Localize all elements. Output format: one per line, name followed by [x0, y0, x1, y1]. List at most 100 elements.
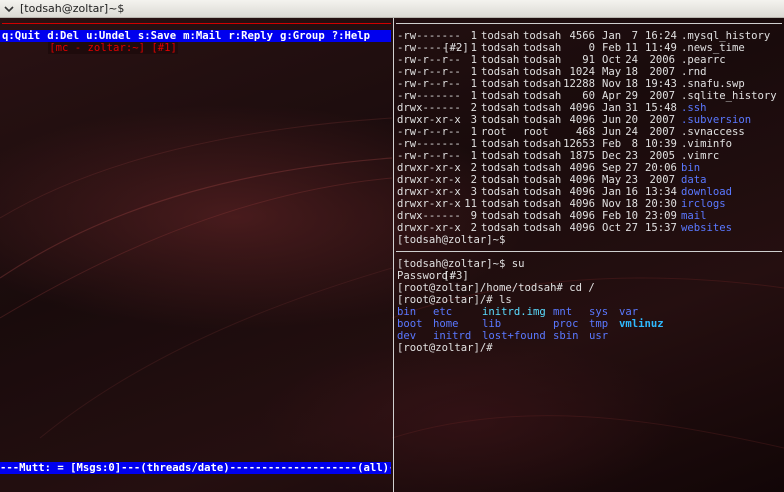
file-month: Oct	[602, 222, 622, 234]
help-delete: d:Del	[47, 30, 80, 42]
file-month: Jan	[602, 102, 622, 114]
file-size: 91	[582, 54, 595, 66]
file-day: 29	[625, 90, 638, 102]
file-day: 11	[625, 42, 638, 54]
file-size: 4096	[569, 102, 595, 114]
file-permissions: drwxr-xr-x	[397, 198, 461, 210]
listing-row: drwxr-xr-x 2 todsah todsah 4096 Sep 27 20:06 bin	[397, 162, 783, 174]
title-bar[interactable]: [todsah@zoltar]~$	[0, 0, 784, 18]
file-permissions: -rw-r--r--	[397, 78, 461, 90]
session-line: [root@zoltar]/# ls	[397, 294, 512, 306]
file-time: 16:24	[645, 30, 677, 42]
file-month: Feb	[602, 210, 622, 222]
pane3-session[interactable]: [todsah@zoltar]~$ su Password: [root@zol…	[397, 258, 783, 354]
ls-entry: proc	[553, 318, 579, 330]
file-month: Feb	[602, 138, 622, 150]
terminal-area[interactable]: [mc - zoltar:~] [#1] q:Quit d:Del u:Unde…	[0, 18, 784, 492]
listing-row: drwx------ 2 todsah todsah 4096 Jan 31 15:48 .ss…	[397, 102, 783, 114]
file-group: todsah	[523, 162, 562, 174]
file-links: 1	[470, 150, 477, 162]
file-links: 2	[470, 174, 477, 186]
file-owner: todsah	[481, 222, 520, 234]
session-line: [todsah@zoltar]~$ su	[397, 258, 525, 270]
ls-entry: initrd	[433, 330, 472, 342]
file-day: 18	[625, 198, 638, 210]
file-group: todsah	[523, 42, 562, 54]
pane-divider[interactable]	[393, 18, 394, 492]
file-permissions: -rw-r--r--	[397, 54, 461, 66]
file-size: 1024	[569, 66, 595, 78]
file-permissions: drwx------	[397, 102, 461, 114]
file-permissions: -rw-------	[397, 138, 461, 150]
file-size: 4096	[569, 174, 595, 186]
file-owner: todsah	[481, 186, 520, 198]
window-menu-icon[interactable]	[2, 2, 16, 16]
terminal-window: [todsah@zoltar]~$ [mc - zoltar:~] [#1] q…	[0, 0, 784, 492]
file-links: 3	[470, 186, 477, 198]
file-group: todsah	[523, 78, 562, 90]
pane1-title: [mc - zoltar:~] [#1]	[2, 18, 391, 54]
file-size: 4096	[569, 210, 595, 222]
file-permissions: drwx------	[397, 210, 461, 222]
file-links: 1	[470, 66, 477, 78]
file-size: 4096	[569, 198, 595, 210]
file-day: 24	[625, 54, 638, 66]
file-size: 4096	[569, 222, 595, 234]
file-owner: todsah	[481, 42, 520, 54]
ls-entry: boot	[397, 318, 423, 330]
pane2-prompt[interactable]: [todsah@zoltar]~$	[397, 234, 505, 246]
file-name: mail	[681, 210, 707, 222]
file-day: 7	[631, 30, 638, 42]
file-owner: todsah	[481, 78, 520, 90]
file-size: 468	[575, 126, 595, 138]
ls-entry: initrd.img	[482, 306, 546, 318]
file-name: .news_time	[681, 42, 745, 54]
file-permissions: -rw-r--r--	[397, 150, 461, 162]
listing-row: drwxr-xr-x 2 todsah todsah 4096 May 23 2007 data	[397, 174, 783, 186]
mutt-status-bar: ---Mutt: = [Msgs:0]---(threads/date)----…	[0, 462, 391, 474]
file-permissions: drwxr-xr-x	[397, 114, 461, 126]
file-time: 2007	[649, 114, 675, 126]
pane2-title: [#2]	[396, 18, 782, 54]
file-month: Nov	[602, 78, 622, 90]
file-size: 60	[582, 90, 595, 102]
file-day: 31	[625, 102, 638, 114]
help-reply: r:Reply	[228, 30, 274, 42]
file-name: .pearrc	[681, 54, 726, 66]
ls-entry: home	[433, 318, 459, 330]
file-links: 1	[470, 42, 477, 54]
file-owner: todsah	[481, 102, 520, 114]
file-size: 4096	[569, 162, 595, 174]
file-name: websites	[681, 222, 733, 234]
file-owner: todsah	[481, 150, 520, 162]
help-save: s:Save	[137, 30, 177, 42]
file-name: .mysql_history	[681, 30, 771, 42]
pane3-title: [#3]	[396, 246, 782, 282]
file-permissions: -rw-------	[397, 90, 461, 102]
help-quit: q:Quit	[2, 30, 41, 42]
file-owner: root	[481, 126, 507, 138]
file-group: todsah	[523, 114, 562, 126]
ls-entry: tmp	[589, 318, 609, 330]
ls-entry: var	[619, 306, 639, 318]
file-name: .rnd	[681, 66, 707, 78]
file-owner: todsah	[481, 114, 520, 126]
help-help: ?:Help	[331, 30, 370, 42]
file-size: 4096	[569, 186, 595, 198]
file-month: Jun	[602, 126, 622, 138]
file-group: todsah	[523, 138, 562, 150]
listing-row: drwxr-xr-x 3 todsah todsah 4096 Jan 16 13:34 dow…	[397, 186, 783, 198]
file-group: todsah	[523, 102, 562, 114]
file-month: Jan	[602, 186, 622, 198]
help-group: g:Group	[280, 30, 325, 42]
ls-entry: dev	[397, 330, 417, 342]
final-prompt[interactable]: [root@zoltar]/#	[397, 342, 783, 354]
listing-row: drwxr-xr-x 3 todsah todsah 4096 Jun 20 2007 .sub…	[397, 114, 783, 126]
listing-row: -rw------- 1 todsah todsah 4566 Jan 7 16:24 .mys…	[397, 30, 783, 42]
file-time: 19:43	[645, 78, 677, 90]
listing-row: -rw-r--r-- 1 todsah todsah 1875 Dec 23 2005 .vim…	[397, 150, 783, 162]
file-links: 2	[470, 222, 477, 234]
file-owner: todsah	[481, 174, 520, 186]
file-owner: todsah	[481, 138, 520, 150]
file-links: 1	[470, 54, 477, 66]
